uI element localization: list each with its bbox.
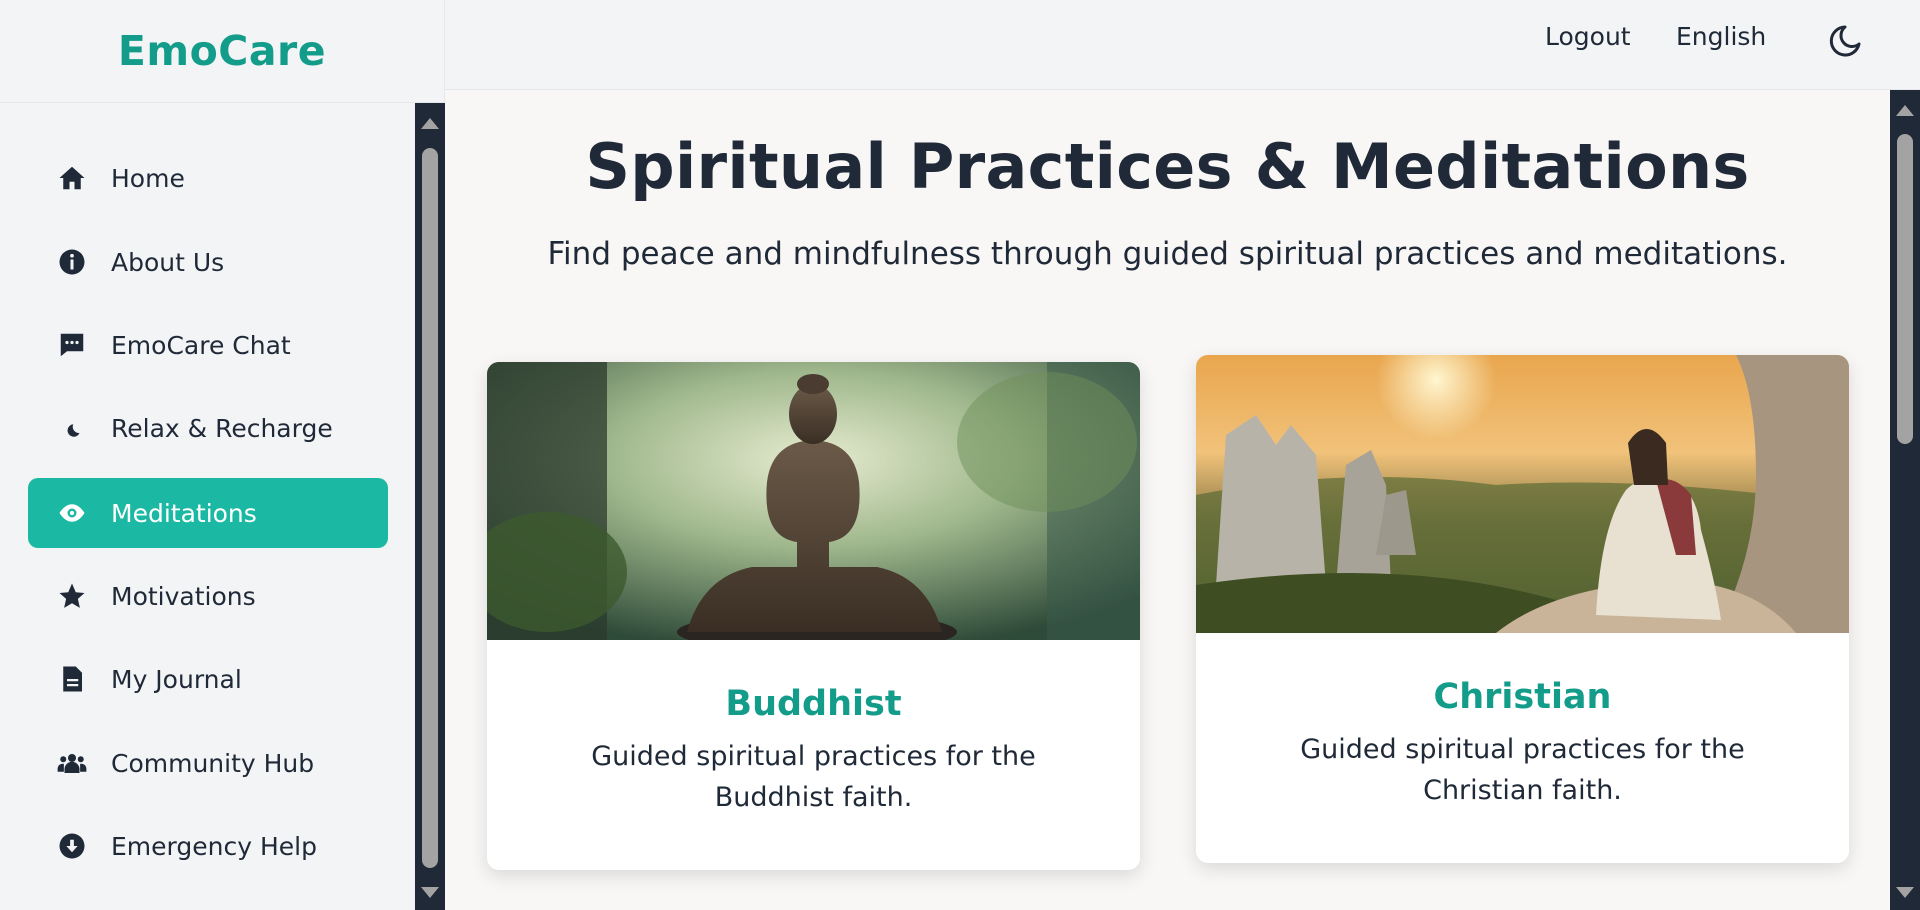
card-title: Christian: [1433, 677, 1612, 717]
scrollbar-thumb[interactable]: [422, 148, 438, 868]
sidebar-item-home[interactable]: Home: [28, 143, 388, 213]
main-content: Spiritual Practices & Meditations Find p…: [445, 90, 1890, 910]
buddhist-card[interactable]: Buddhist Guided spiritual practices for …: [487, 362, 1140, 870]
brand-logo[interactable]: EmoCare: [118, 27, 326, 75]
top-header: Logout English: [445, 0, 1920, 90]
scroll-up-arrow[interactable]: [1890, 96, 1920, 124]
sidebar-item-label: EmoCare Chat: [111, 330, 291, 360]
card-description: Guided spiritual practices for the Buddh…: [591, 741, 1036, 813]
sidebar-item-my-journal[interactable]: My Journal: [28, 644, 388, 714]
home-icon: [55, 161, 89, 195]
sidebar-item-community-hub[interactable]: Community Hub: [28, 728, 388, 798]
sidebar-item-label: Community Hub: [111, 748, 315, 778]
sidebar-item-about-us[interactable]: About Us: [28, 227, 388, 297]
christian-image: [1196, 355, 1849, 633]
sidebar-item-label: Motivations: [111, 581, 256, 611]
sidebar-scrollbar[interactable]: [415, 103, 445, 910]
brand-header: EmoCare: [0, 0, 444, 103]
sidebar-item-label: My Journal: [111, 664, 242, 694]
scroll-down-arrow[interactable]: [415, 878, 445, 906]
journal-icon: [55, 662, 89, 696]
sidebar-nav: Home About Us EmoCare Chat Relax & Recha…: [0, 103, 415, 910]
sidebar-item-label: Meditations: [111, 498, 257, 528]
scrollbar-thumb[interactable]: [1897, 134, 1913, 444]
main-scrollbar[interactable]: [1890, 90, 1920, 910]
scroll-up-arrow[interactable]: [415, 109, 445, 137]
page-subtitle: Find peace and mindfulness through guide…: [547, 236, 1788, 272]
star-icon: [55, 579, 89, 613]
download-circle-icon: [55, 829, 89, 863]
logout-link[interactable]: Logout: [1545, 22, 1631, 51]
sidebar-item-motivations[interactable]: Motivations: [28, 561, 388, 631]
sidebar-item-meditations[interactable]: Meditations: [28, 478, 388, 548]
scroll-down-arrow[interactable]: [1890, 878, 1920, 906]
sidebar-item-label: Home: [111, 163, 185, 193]
sidebar-item-emergency-help[interactable]: Emergency Help: [28, 811, 388, 881]
info-icon: [55, 245, 89, 279]
card-title: Buddhist: [725, 684, 902, 724]
language-selector[interactable]: English: [1676, 22, 1766, 51]
sidebar-item-emocare-chat[interactable]: EmoCare Chat: [28, 310, 388, 380]
page-title: Spiritual Practices & Meditations: [585, 130, 1750, 203]
theme-toggle-moon-icon[interactable]: [1825, 21, 1865, 61]
buddhist-image: [487, 362, 1140, 640]
sidebar-item-label: About Us: [111, 247, 225, 277]
chat-icon: [55, 328, 89, 362]
eye-icon: [55, 496, 89, 530]
sidebar-item-label: Relax & Recharge: [111, 413, 333, 443]
users-icon: [55, 746, 89, 780]
sidebar-item-label: Emergency Help: [111, 831, 317, 861]
moon-icon: [55, 411, 89, 445]
card-description: Guided spiritual practices for the Chris…: [1300, 734, 1745, 806]
sidebar-item-relax-recharge[interactable]: Relax & Recharge: [28, 393, 388, 463]
sidebar: EmoCare Home About Us EmoCare Chat Relax…: [0, 0, 445, 910]
christian-card[interactable]: Christian Guided spiritual practices for…: [1196, 355, 1849, 863]
